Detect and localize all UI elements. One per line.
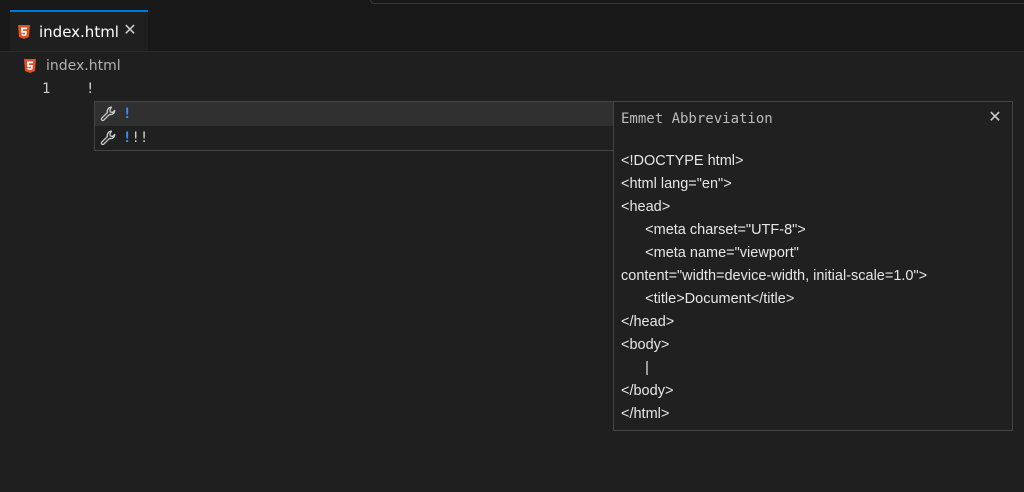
preview-line: <meta charset="UTF-8"> <box>621 222 806 238</box>
preview-line: <!DOCTYPE html> <box>621 153 744 169</box>
html5-icon <box>24 59 36 73</box>
preview-line: <title>Document</title> <box>621 291 795 307</box>
suggest-item[interactable]: !!! <box>95 126 613 150</box>
line-number: 1 <box>42 81 51 97</box>
suggest-widget: ! !!! <box>94 101 614 151</box>
close-icon[interactable]: ✕ <box>122 22 138 38</box>
tab-bar: index.html ✕ <box>0 4 1024 52</box>
suggest-match: ! <box>123 106 132 122</box>
preview-line: | <box>621 360 649 376</box>
suggest-rest: !! <box>131 130 149 146</box>
tab-index-html[interactable]: index.html ✕ <box>10 10 148 51</box>
preview-line: content="width=device-width, initial-sca… <box>621 268 928 284</box>
suggest-label: !!! <box>123 130 148 146</box>
tab-label: index.html <box>39 22 119 41</box>
preview-line: <body> <box>621 337 670 353</box>
preview-line: <head> <box>621 199 671 215</box>
breadcrumb: index.html <box>22 56 121 76</box>
suggest-details-panel: Emmet Abbreviation ✕ <!DOCTYPE html> <ht… <box>613 101 1013 431</box>
suggest-item[interactable]: ! <box>95 102 613 126</box>
details-title: Emmet Abbreviation <box>621 111 773 127</box>
preview-line: </body> <box>621 383 674 399</box>
preview-line: <meta name="viewport" <box>621 245 799 261</box>
suggest-label: ! <box>123 106 131 122</box>
preview-line: <html lang="en"> <box>621 176 732 192</box>
preview-line: </head> <box>621 314 675 330</box>
preview-line: </html> <box>621 406 670 422</box>
details-code-preview: <!DOCTYPE html> <html lang="en"> <head> … <box>621 150 1007 426</box>
code-line[interactable]: ! <box>86 81 94 97</box>
wrench-icon <box>100 130 116 146</box>
wrench-icon <box>100 106 116 122</box>
breadcrumb-file[interactable]: index.html <box>46 58 121 74</box>
close-icon[interactable]: ✕ <box>986 108 1004 126</box>
html5-icon <box>18 24 30 39</box>
